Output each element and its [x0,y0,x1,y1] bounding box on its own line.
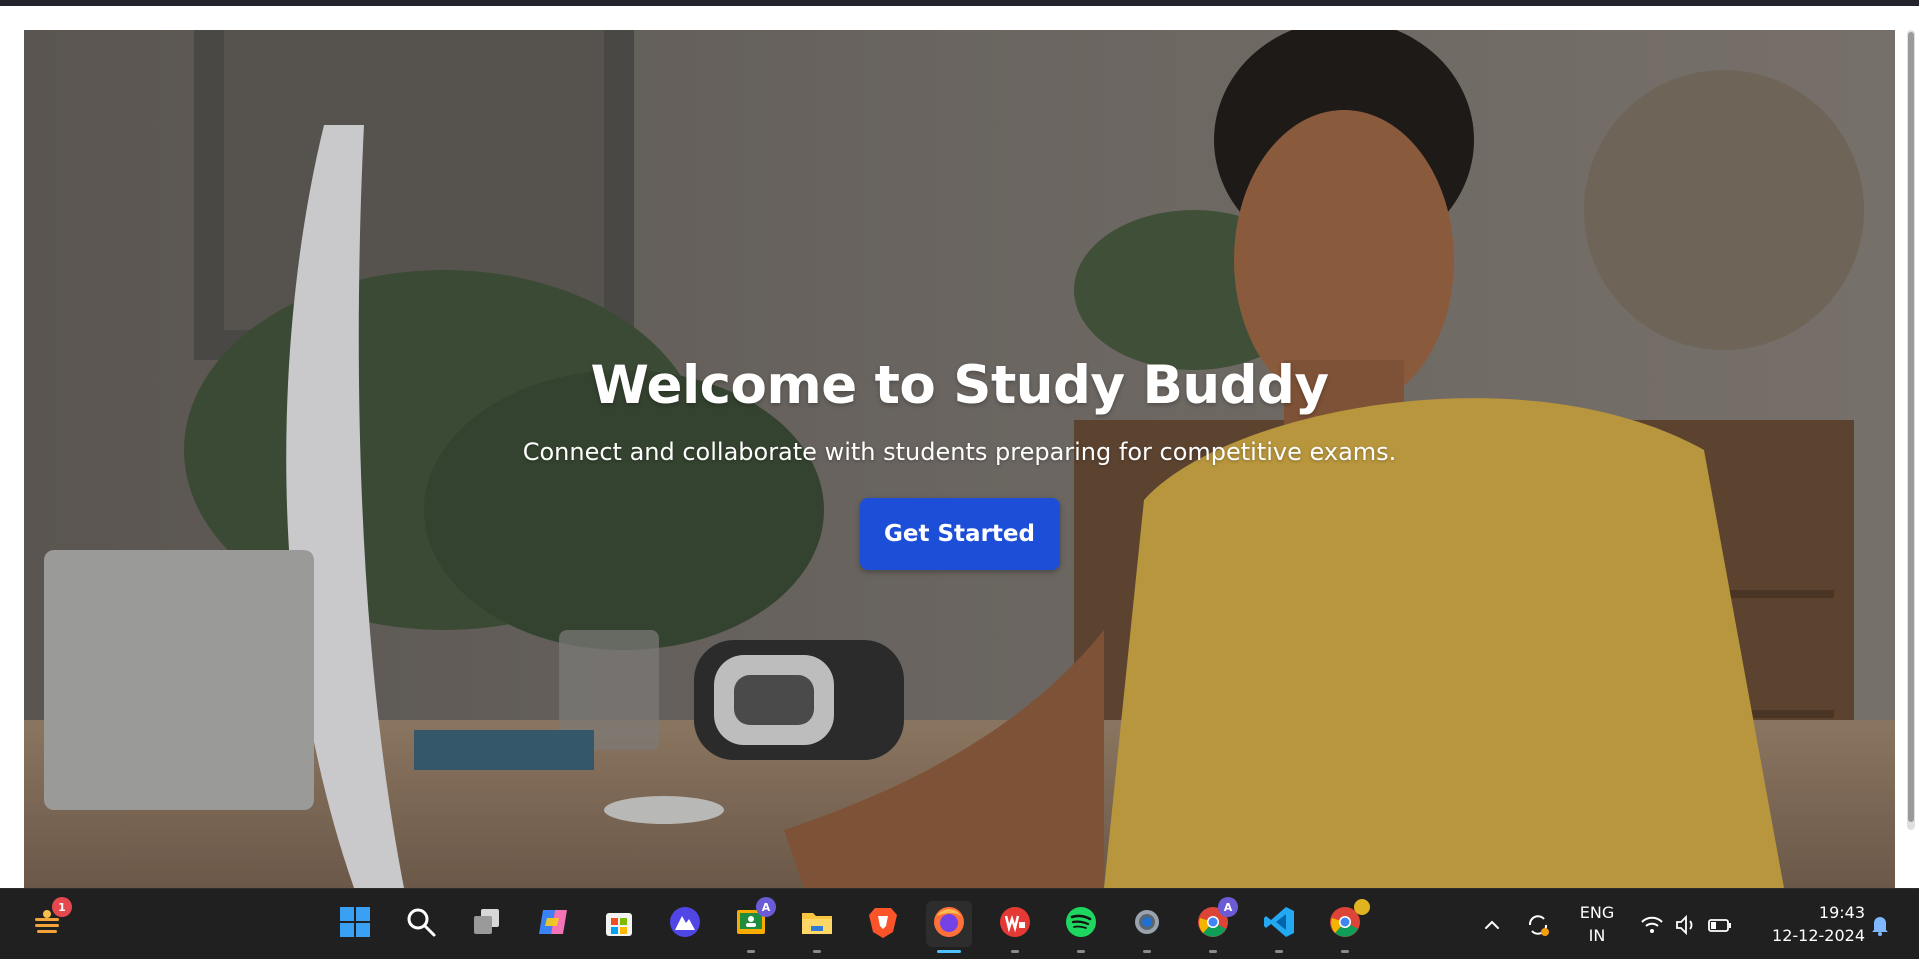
microsoft-store-button[interactable] [596,901,642,947]
get-started-button[interactable]: Get Started [859,498,1060,570]
classroom-button[interactable]: A [728,897,776,953]
file-explorer-button[interactable] [794,901,840,953]
vscode-button[interactable] [1256,901,1302,953]
sync-icon [1524,915,1552,943]
active-window-indicator [937,950,961,953]
mountain-app-icon [667,904,703,944]
folder-icon [799,904,835,944]
language-code: ENG [1579,903,1615,922]
firefox-button[interactable] [926,901,972,953]
chrome-profile-badge: A [1218,897,1238,917]
firefox-icon [931,904,967,944]
notifications-button[interactable] [1866,911,1894,939]
running-indicator [1275,950,1283,953]
spotify-button[interactable] [1058,901,1104,953]
wifi-icon [1638,916,1666,943]
hero-content: Welcome to Study Buddy Connect and colla… [24,30,1895,888]
vscode-icon [1261,904,1297,944]
search-icon [403,904,439,944]
store-icon [601,904,637,944]
mountain-app-button[interactable] [662,901,708,947]
running-indicator [813,950,821,953]
chevron-up-icon [1478,920,1506,943]
chrome-profile-button[interactable]: A [1190,897,1238,953]
region-code: IN [1588,926,1606,945]
wps-office-button[interactable] [992,901,1038,953]
chrome-update-dot [1354,899,1370,915]
hero-section: Welcome to Study Buddy Connect and colla… [24,30,1895,888]
brave-button[interactable] [860,901,906,947]
widgets-button[interactable]: 1 [24,897,72,947]
hero-title: Welcome to Study Buddy [590,355,1329,416]
widgets-badge: 1 [52,897,72,917]
chrome-button[interactable] [1322,899,1370,953]
clock-date: 12-12-2024 [1772,926,1865,945]
wps-icon [997,904,1033,944]
copilot-button[interactable] [530,901,576,947]
classroom-profile-badge: A [756,897,776,917]
hero-subtitle: Connect and collaborate with students pr… [522,438,1397,466]
start-button[interactable] [332,901,378,947]
running-indicator [1341,950,1349,953]
scrollbar-thumb[interactable] [1908,32,1914,822]
clock[interactable]: 19:43 12-12-2024 [1755,901,1865,947]
page-scrollbar[interactable] [1907,30,1915,830]
browser-viewport: Welcome to Study Buddy Connect and colla… [0,6,1919,888]
windows-logo-icon [337,904,373,944]
bell-icon [1866,917,1894,943]
running-indicator [747,950,755,953]
sync-status-button[interactable] [1524,911,1552,939]
speaker-icon [1672,914,1700,943]
windows-taskbar: 1 A A ENG IN 19:43 12-12-2024 [0,888,1919,959]
brave-icon [865,904,901,944]
running-indicator [1209,950,1217,953]
running-indicator [1011,950,1019,953]
battery-button[interactable] [1706,911,1734,939]
gear-icon [1129,904,1165,944]
network-button[interactable] [1638,911,1666,939]
clock-time: 19:43 [1818,903,1865,922]
show-hidden-icons-button[interactable] [1478,911,1506,939]
input-language-indicator[interactable]: ENG IN [1570,901,1624,947]
spotify-icon [1063,904,1099,944]
settings-button[interactable] [1124,901,1170,953]
copilot-icon [535,904,571,944]
battery-icon [1706,919,1734,943]
running-indicator [1077,950,1085,953]
task-view-button[interactable] [464,901,510,947]
volume-button[interactable] [1672,911,1700,939]
task-view-icon [469,904,505,944]
running-indicator [1143,950,1151,953]
search-button[interactable] [398,901,444,947]
